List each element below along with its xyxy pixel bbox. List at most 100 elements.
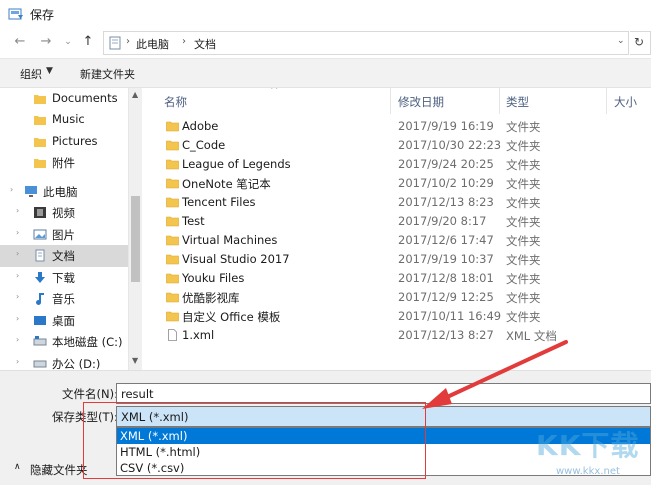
table-row[interactable]: 优酷影视库 2017/12/9 12:25 文件夹: [142, 288, 651, 307]
refresh-button[interactable]: ↻: [630, 31, 651, 55]
nav-item-label: Pictures: [52, 134, 98, 148]
column-type[interactable]: 类型: [506, 94, 529, 110]
scrollbar-thumb[interactable]: [131, 196, 140, 282]
table-row[interactable]: OneNote 笔记本 2017/10/2 10:29 文件夹: [142, 174, 651, 193]
column-divider[interactable]: [390, 88, 391, 114]
nav-item-label: 音乐: [52, 292, 75, 306]
file-name: Visual Studio 2017: [182, 252, 290, 266]
expand-chevron-icon[interactable]: ›: [16, 249, 19, 258]
watermark: KK下载 www.kkx.net: [530, 418, 651, 485]
nav-scrollbar[interactable]: ▲ ▼: [128, 88, 142, 370]
nav-item-desktop[interactable]: › 桌面: [0, 310, 128, 332]
nav-item-videos[interactable]: › 视频: [0, 202, 128, 224]
drive-icon: [33, 360, 47, 368]
table-row[interactable]: 自定义 Office 模板 2017/10/11 16:49 文件夹: [142, 307, 651, 326]
file-icon: [168, 329, 177, 341]
document-icon: [35, 249, 45, 262]
recent-chevron-down-icon[interactable]: ⌄: [60, 34, 76, 50]
nav-item-this-pc[interactable]: › 此电脑: [0, 181, 128, 203]
nav-item-label: Documents: [52, 91, 118, 105]
nav-item-pictures-lib[interactable]: › 图片: [0, 224, 128, 246]
nav-item-drive-c[interactable]: › 本地磁盘 (C:): [0, 331, 128, 353]
sort-ascending-icon: ^: [270, 88, 279, 96]
nav-item-label: 办公 (D:): [52, 357, 101, 370]
file-name: OneNote 笔记本: [182, 177, 271, 191]
watermark-url: www.kkx.net: [556, 466, 620, 477]
breadcrumb-this-pc[interactable]: 此电脑: [136, 36, 169, 52]
nav-item-label: 图片: [52, 228, 75, 242]
folder-icon: [166, 311, 179, 322]
organize-button[interactable]: 组织: [20, 66, 42, 82]
folder-icon: [34, 138, 46, 147]
file-type: 文件夹: [506, 196, 541, 210]
nav-item-documents-lib[interactable]: › 文档: [0, 245, 128, 267]
file-name: League of Legends: [182, 157, 291, 171]
table-row[interactable]: League of Legends 2017/9/24 20:25 文件夹: [142, 155, 651, 174]
navigation-pane: Documents Music Pictures 附件 › 此电脑 › 视频 ›…: [0, 88, 142, 370]
table-row[interactable]: Test 2017/9/20 8:17 文件夹: [142, 212, 651, 231]
nav-item-label: 桌面: [52, 314, 75, 328]
nav-item-drive-d[interactable]: › 办公 (D:): [0, 353, 128, 370]
nav-item-label: 此电脑: [43, 185, 78, 199]
table-row[interactable]: Adobe 2017/9/19 16:19 文件夹: [142, 117, 651, 136]
column-divider[interactable]: [606, 88, 607, 114]
folder-icon: [166, 197, 179, 208]
column-modified[interactable]: 修改日期: [398, 94, 444, 110]
expand-chevron-icon[interactable]: ›: [10, 185, 13, 194]
column-divider[interactable]: [499, 88, 500, 114]
table-row[interactable]: Youku Files 2017/12/8 18:01 文件夹: [142, 269, 651, 288]
back-arrow-icon[interactable]: ←: [12, 34, 28, 50]
nav-item-documents[interactable]: Documents: [0, 88, 128, 110]
organize-caret-icon[interactable]: ▼: [46, 66, 53, 76]
folder-icon: [166, 159, 179, 170]
desktop-icon: [34, 316, 46, 325]
scroll-up-icon[interactable]: ▲: [132, 90, 138, 99]
nav-item-attachments[interactable]: 附件: [0, 152, 128, 174]
expand-chevron-icon[interactable]: ›: [16, 314, 19, 323]
title-bar: 保存: [0, 0, 651, 28]
picture-icon: [33, 229, 47, 240]
column-header: ^ 名称 修改日期 类型 大小: [142, 88, 651, 114]
filename-input[interactable]: [116, 383, 651, 404]
forward-arrow-icon[interactable]: →: [38, 34, 54, 50]
video-icon: [34, 207, 46, 218]
file-type: 文件夹: [506, 177, 541, 191]
save-dialog-icon: [8, 8, 23, 20]
nav-item-pictures[interactable]: Pictures: [0, 131, 128, 153]
file-type: 文件夹: [506, 215, 541, 229]
table-row[interactable]: C_Code 2017/10/30 22:23 文件夹: [142, 136, 651, 155]
table-row[interactable]: 1.xml 2017/12/13 8:27 XML 文档: [142, 326, 651, 345]
new-folder-button[interactable]: 新建文件夹: [80, 66, 135, 82]
file-date: 2017/10/11 16:49: [398, 309, 502, 323]
expand-chevron-icon[interactable]: ›: [16, 206, 19, 215]
expand-chevron-icon[interactable]: ›: [16, 271, 19, 280]
scroll-down-icon[interactable]: ▼: [132, 356, 138, 365]
nav-item-label: 文档: [52, 249, 75, 263]
address-dropdown-chevron-icon[interactable]: ⌄: [617, 36, 625, 46]
table-row[interactable]: Tencent Files 2017/12/13 8:23 文件夹: [142, 193, 651, 212]
up-arrow-icon[interactable]: ↑: [80, 34, 96, 50]
nav-item-downloads[interactable]: › 下载: [0, 267, 128, 289]
file-type: 文件夹: [506, 272, 541, 286]
file-date: 2017/9/19 10:37: [398, 252, 494, 266]
column-name[interactable]: 名称: [164, 94, 187, 110]
folder-icon: [34, 159, 46, 168]
nav-item-music[interactable]: Music: [0, 109, 128, 131]
expand-chevron-icon[interactable]: ›: [16, 335, 19, 344]
file-list: ^ 名称 修改日期 类型 大小 Adobe 2017/9/19 16:19 文件夹 C…: [142, 88, 651, 370]
download-icon: [35, 272, 45, 283]
expand-chevron-icon[interactable]: ›: [16, 292, 19, 301]
address-bar[interactable]: › 此电脑 › 文档 ⌄: [103, 31, 629, 55]
file-date: 2017/9/20 8:17: [398, 214, 487, 228]
nav-item-label: 下载: [52, 271, 75, 285]
expand-chevron-icon[interactable]: ›: [16, 357, 19, 366]
annotation-highlight-box: [83, 402, 426, 479]
table-row[interactable]: Virtual Machines 2017/12/6 17:47 文件夹: [142, 231, 651, 250]
file-name: 1.xml: [182, 328, 215, 342]
breadcrumb-documents[interactable]: 文档: [194, 36, 216, 52]
expand-chevron-icon[interactable]: ›: [16, 228, 19, 237]
table-row[interactable]: Visual Studio 2017 2017/9/19 10:37 文件夹: [142, 250, 651, 269]
column-size[interactable]: 大小: [614, 94, 637, 110]
folder-icon: [166, 254, 179, 265]
nav-item-music-lib[interactable]: › 音乐: [0, 288, 128, 310]
